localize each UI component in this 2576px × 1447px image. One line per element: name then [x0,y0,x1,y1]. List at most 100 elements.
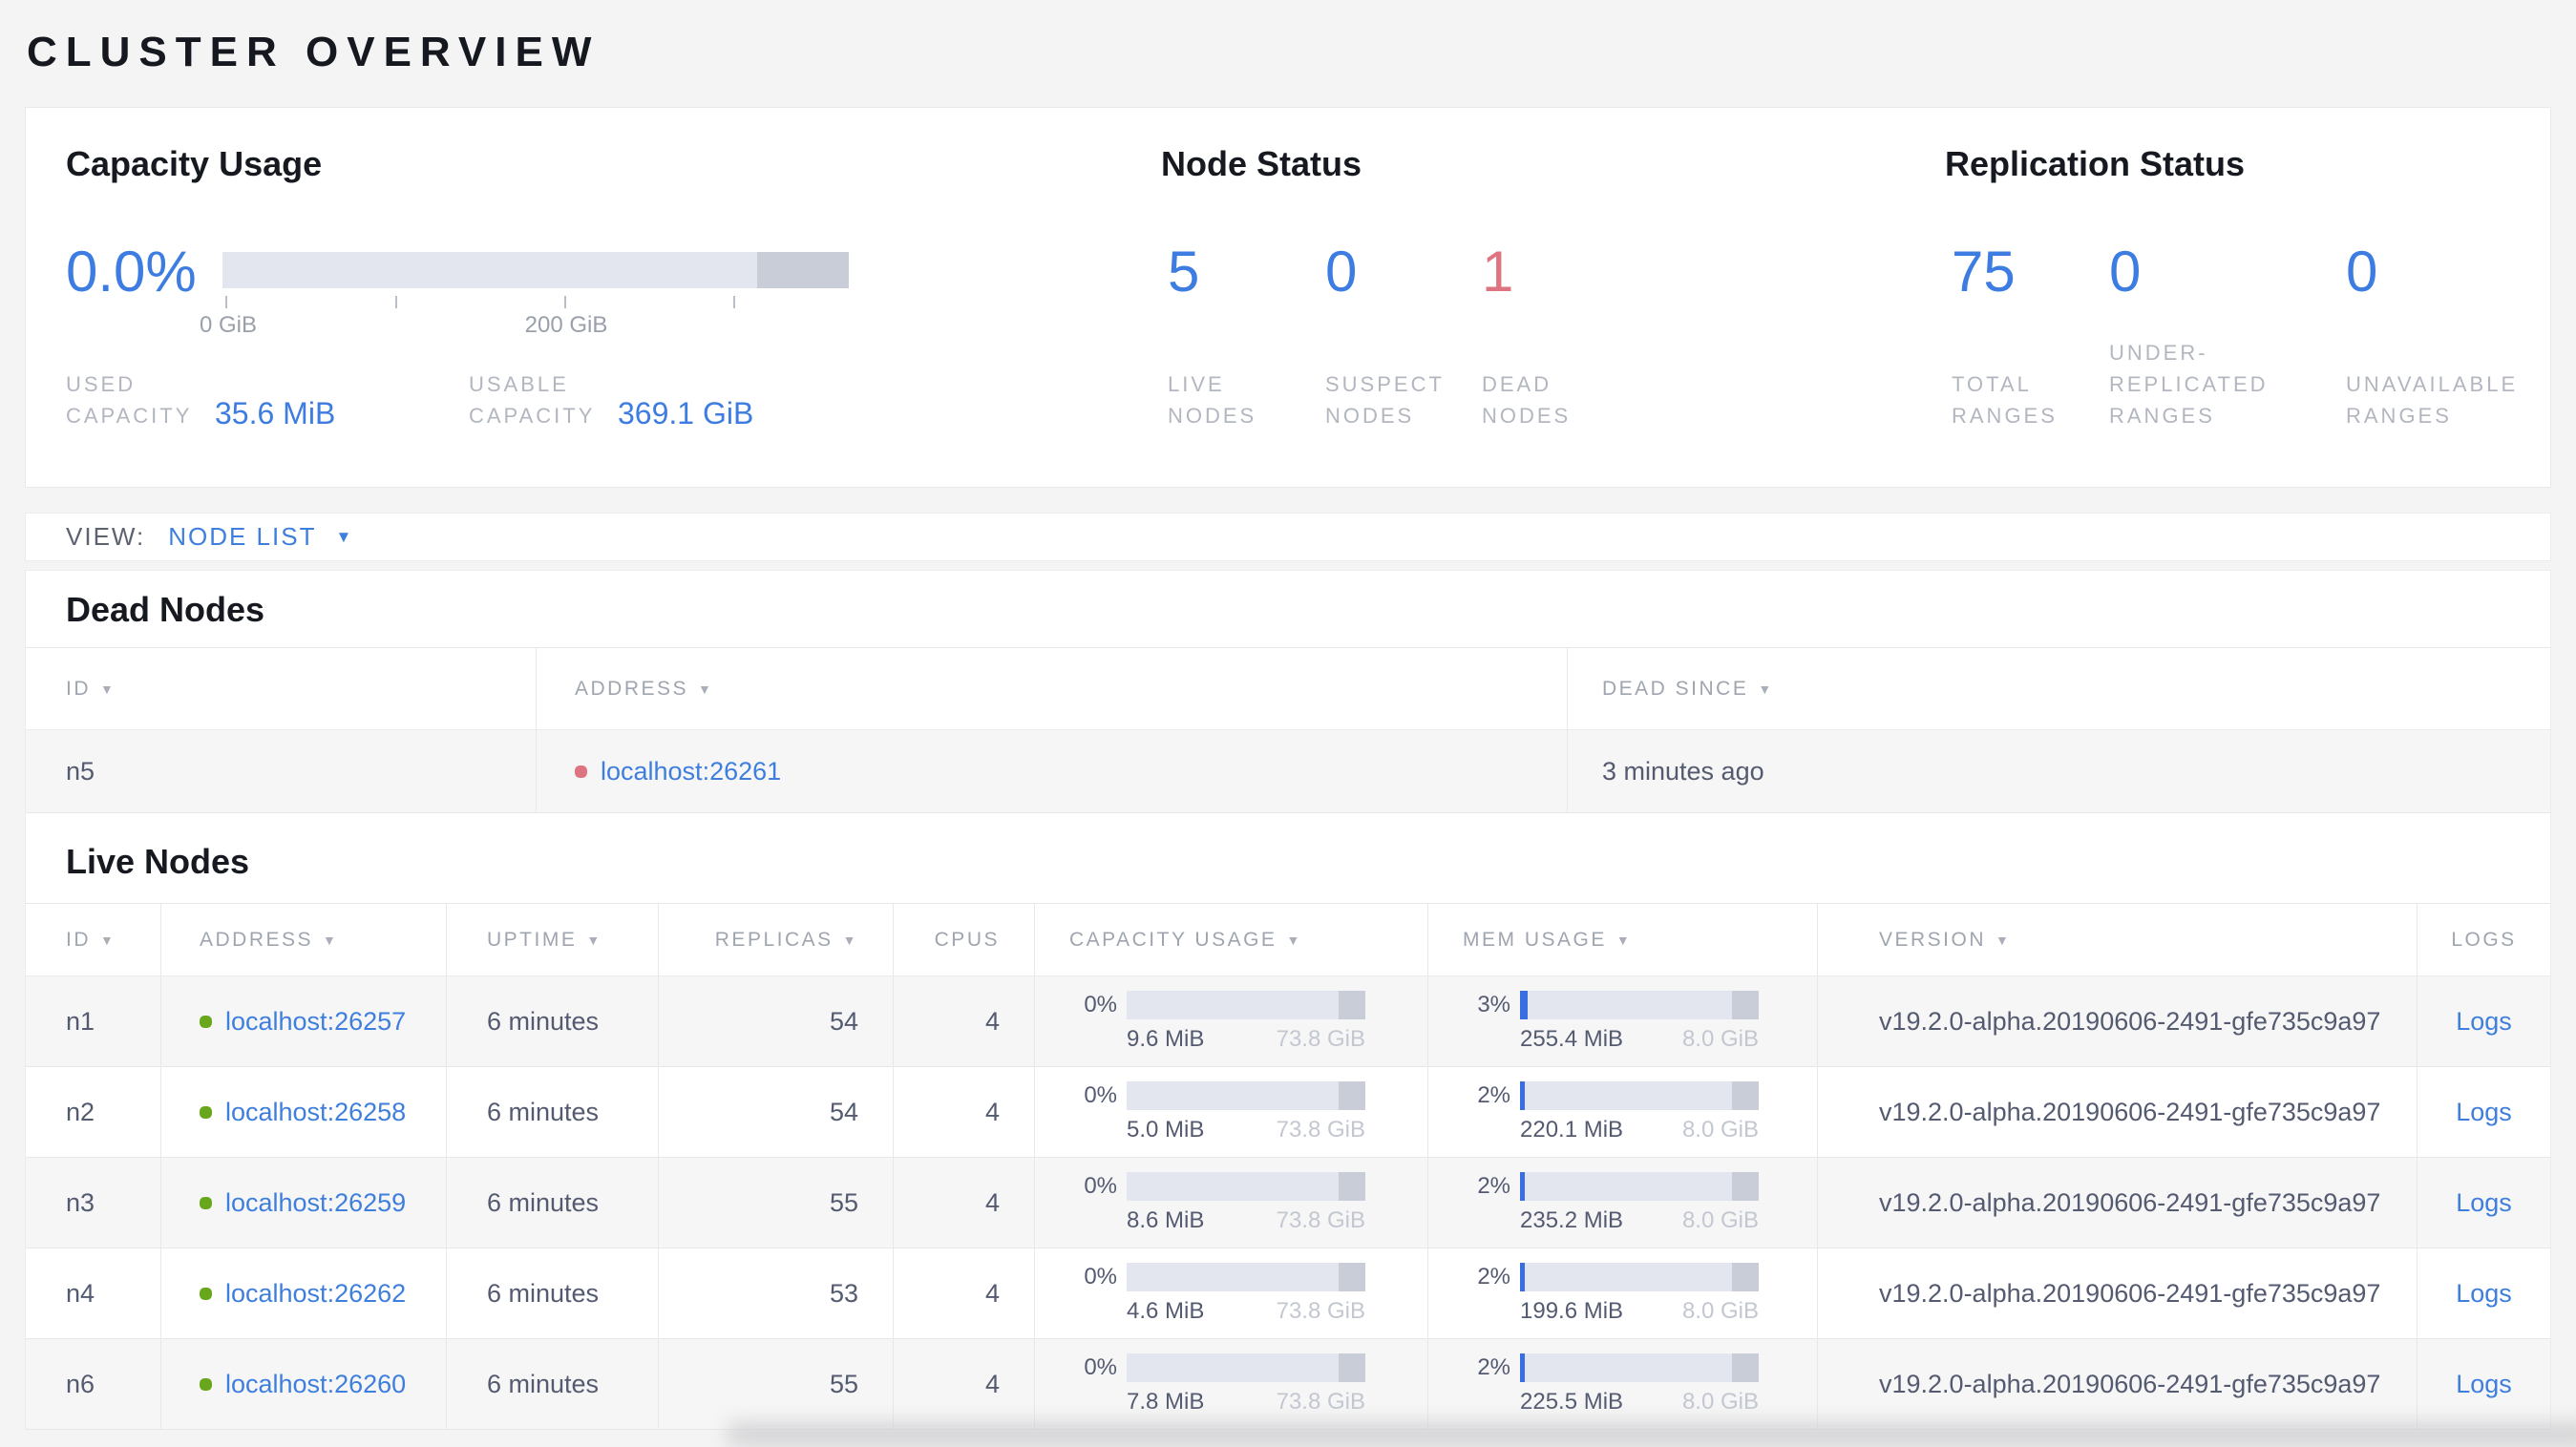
live-col-capacity-usage[interactable]: CAPACITY USAGE ▼ [1034,903,1427,976]
capacity-usage-title: Capacity Usage [66,144,323,183]
live-node-mem-usage: 2% 199.6 MiB 8.0 GiB [1427,1248,1817,1339]
capacity-used-percent: 0.0% [66,240,197,304]
mem-bar-reserved [1732,990,1759,1019]
total-ranges-stat: 75 TOTAL RANGES [1952,243,2095,431]
live-node-cpus: 4 [893,1248,1034,1339]
live-node-mem-usage: 3% 255.4 MiB 8.0 GiB [1427,976,1817,1067]
view-selector-dropdown[interactable]: NODE LIST ▼ [168,522,353,552]
live-col-cpus: CPUS [893,903,1034,976]
live-node-address-cell: localhost:26260 [160,1339,446,1430]
live-node-capacity-usage: 0% 5.0 MiB 73.8 GiB [1034,1067,1427,1158]
mem-bar-fill [1520,990,1528,1019]
live-col-id[interactable]: ID ▼ [26,903,160,976]
dead-status-dot-icon [575,765,587,778]
dead-col-address[interactable]: ADDRESS ▼ [536,647,1567,730]
live-node-address-link[interactable]: localhost:26257 [225,1007,406,1037]
usable-capacity-label: USABLE CAPACITY [469,372,596,428]
mem-used-value: 235.2 MiB [1520,1206,1624,1233]
live-node-version: v19.2.0-alpha.20190606-2491-gfe735c9a97 [1817,1248,2417,1339]
sort-arrow-icon: ▼ [1615,932,1633,948]
logs-link[interactable]: Logs [2456,1279,2512,1309]
dead-nodes-title: Dead Nodes [66,590,265,629]
live-node-logs-cell: Logs [2417,1067,2550,1158]
unavailable-ranges-label: UNAVAILABLE RANGES [2346,372,2519,428]
mem-percent-label: 2% [1477,1263,1510,1290]
mem-bar-reserved [1732,1353,1759,1382]
mem-bar [1520,1080,1759,1110]
mem-total-value: 8.0 GiB [1681,1206,1759,1233]
live-status-dot-icon [200,1105,212,1119]
live-node-address-link[interactable]: localhost:26259 [225,1188,406,1218]
live-col-version[interactable]: VERSION ▼ [1817,903,2417,976]
live-node-uptime: 6 minutes [446,1248,658,1339]
capacity-total-value: 73.8 GiB [1276,1116,1365,1143]
window-shadow [726,1422,2576,1447]
live-col-uptime[interactable]: UPTIME ▼ [446,903,658,976]
live-node-replicas: 54 [658,976,893,1067]
logs-link[interactable]: Logs [2456,1370,2512,1399]
logs-link[interactable]: Logs [2456,1098,2512,1127]
unavailable-ranges-count: 0 [2346,240,2378,304]
capacity-usage-bar [222,252,849,288]
capacity-used-value: 4.6 MiB [1127,1297,1205,1324]
capacity-bar [1127,1353,1365,1382]
unavailable-ranges-stat: 0 UNAVAILABLE RANGES [2346,243,2532,431]
usable-capacity-stat: USABLE CAPACITY 369.1 GiB [469,368,753,431]
capacity-total-value: 73.8 GiB [1276,1206,1365,1233]
suspect-nodes-count: 0 [1325,240,1358,304]
live-node-uptime: 6 minutes [446,976,658,1067]
logs-link[interactable]: Logs [2456,1007,2512,1037]
live-col-mem-usage[interactable]: MEM USAGE ▼ [1427,903,1817,976]
dead-nodes-count: 1 [1482,240,1514,304]
under-replicated-label: UNDER-REPLICATED RANGES [2109,341,2269,428]
mem-bar-fill [1520,1171,1525,1201]
total-ranges-count: 75 [1952,240,2016,304]
sort-arrow-icon: ▼ [842,932,858,948]
live-node-logs-cell: Logs [2417,1158,2550,1248]
capacity-bar-reserved [1339,1171,1365,1201]
capacity-total-value: 73.8 GiB [1276,1025,1365,1052]
sort-arrow-icon: ▼ [586,932,602,948]
capacity-percent-label: 0% [1084,1081,1117,1108]
dead-col-id[interactable]: ID ▼ [26,647,536,730]
live-node-uptime: 6 minutes [446,1067,658,1158]
live-node-capacity-usage: 0% 4.6 MiB 73.8 GiB [1034,1248,1427,1339]
live-node-address-cell: localhost:26262 [160,1248,446,1339]
live-node-capacity-usage: 0% 9.6 MiB 73.8 GiB [1034,976,1427,1067]
live-nodes-label: LIVE NODES [1168,372,1257,428]
live-status-dot-icon [200,1015,212,1028]
live-node-replicas: 53 [658,1248,893,1339]
node-status-title: Node Status [1161,144,1362,183]
dead-node-id: n5 [26,730,536,813]
sort-arrow-icon: ▼ [100,932,116,948]
mem-percent-label: 2% [1477,1172,1510,1199]
live-node-address-link[interactable]: localhost:26258 [225,1098,406,1127]
axis-tick [395,296,397,308]
dead-node-address-link[interactable]: localhost:26261 [601,757,781,786]
mem-used-value: 255.4 MiB [1520,1025,1624,1052]
live-node-address-link[interactable]: localhost:26260 [225,1370,406,1399]
live-nodes-stat: 5 LIVE NODES [1168,243,1311,431]
view-label: VIEW: [66,522,146,551]
live-node-mem-usage: 2% 225.5 MiB 8.0 GiB [1427,1339,1817,1430]
used-capacity-label: USED CAPACITY [66,372,193,428]
live-node-cpus: 4 [893,976,1034,1067]
mem-percent-label: 3% [1477,991,1510,1017]
axis-tick [564,296,566,308]
live-node-version: v19.2.0-alpha.20190606-2491-gfe735c9a97 [1817,1158,2417,1248]
capacity-used-value: 5.0 MiB [1127,1116,1205,1143]
live-node-id: n4 [26,1248,160,1339]
capacity-percent-label: 0% [1084,1263,1117,1290]
live-node-address-link[interactable]: localhost:26262 [225,1279,406,1309]
live-node-id: n1 [26,976,160,1067]
dead-col-dead-since[interactable]: DEAD SINCE ▼ [1567,647,2550,730]
cluster-overview-page: CLUSTER OVERVIEW Capacity Usage 0.0% 0 G… [0,0,2576,1430]
logs-link[interactable]: Logs [2456,1188,2512,1218]
live-col-address[interactable]: ADDRESS ▼ [160,903,446,976]
sort-arrow-icon: ▼ [1758,681,1774,697]
mem-used-value: 199.6 MiB [1520,1297,1624,1324]
under-replicated-ranges-stat: 0 UNDER-REPLICATED RANGES [2109,243,2291,431]
live-col-replicas[interactable]: REPLICAS ▼ [658,903,893,976]
axis-tick-label: 0 GiB [199,312,258,338]
sort-arrow-icon: ▼ [1995,932,2012,948]
